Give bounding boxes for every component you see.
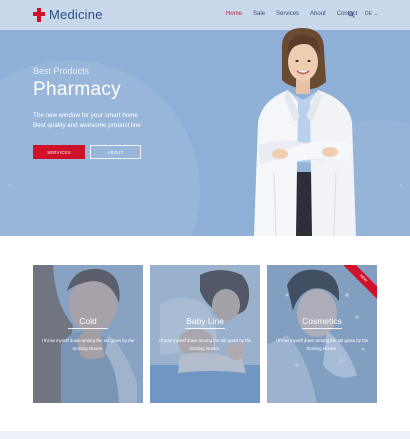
card-overlay [150,265,260,403]
search-icon[interactable] [348,11,355,18]
card-text: I throw myself down among the tall grass… [158,338,252,351]
page: Medicine Home Sale Services About Contac… [0,0,410,439]
hero-subtitle-line: Best quality and awesome product line [33,122,141,129]
category-card-cold[interactable]: Cold I throw myself down among the tall … [33,265,143,403]
card-overlay [267,265,377,403]
category-card-cosmetics[interactable]: NEW Cosmetics I throw myself down among … [267,265,377,403]
brand-logo[interactable]: Medicine [33,7,103,22]
footer-band [0,431,410,439]
nav-item-services[interactable]: Services [276,11,299,17]
hero-subtitle-line: The new window for your smart home [33,112,138,119]
card-divider [302,328,342,329]
hero-section: Medicine Home Sale Services About Contac… [0,0,410,236]
card-title: Cold [79,316,97,326]
card-divider [68,328,108,329]
category-cards: Cold I throw myself down among the tall … [33,265,377,403]
card-text: I throw myself down among the tall grass… [275,338,369,351]
services-button[interactable]: SERVICES [33,145,85,159]
chevron-down-icon[interactable]: ⌄ [374,11,378,17]
category-card-baby-line[interactable]: Baby Line I throw myself down among the … [150,265,260,403]
nav-item-about[interactable]: About [310,11,326,17]
card-title: Cosmetics [302,316,342,326]
cross-logo-icon [33,7,45,22]
card-text: I throw myself down among the tall grass… [41,338,135,351]
language-selector[interactable]: DE [365,11,372,17]
hero-subtitle: The new window for your smart home Best … [33,111,141,131]
about-button[interactable]: ABOUT [90,145,141,159]
card-overlay [33,265,143,403]
hero-kicker: Best Products [33,66,90,76]
slider-next-icon[interactable]: › [399,180,402,189]
nav-item-sale[interactable]: Sale [253,11,265,17]
nav-item-home[interactable]: Home [226,11,242,17]
card-title: Baby Line [186,316,224,326]
doctor-image [254,28,356,236]
slider-prev-icon[interactable]: ‹ [8,180,11,189]
card-divider [185,328,225,329]
brand-name: Medicine [49,7,103,22]
hero-title: Pharmacy [33,79,121,100]
